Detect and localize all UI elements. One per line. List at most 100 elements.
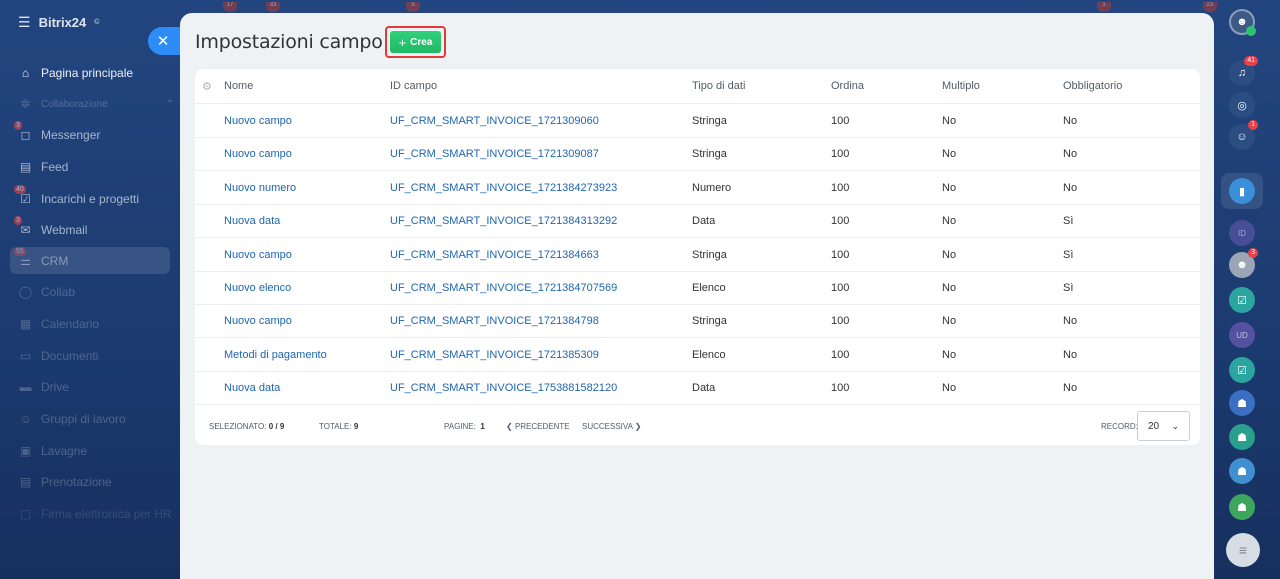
- cell-order: 100: [831, 315, 850, 328]
- close-slider-button[interactable]: ✕: [148, 27, 180, 55]
- notifications-button[interactable]: ♫ 41: [1229, 56, 1258, 86]
- left-sidebar: ☰ Bitrix24 © ⌂ Pagina principale ✲ Collab…: [0, 0, 180, 579]
- cell-id[interactable]: UF_CRM_SMART_INVOICE_1721309087: [390, 148, 599, 160]
- group-chat-button[interactable]: ☗: [1229, 458, 1255, 484]
- field-settings-panel: Impostazioni campo + Crea ⚙ Nome ID camp…: [180, 13, 1214, 579]
- sidebar-item-collaboration[interactable]: ✲ Collaborazione ⌃: [18, 93, 174, 115]
- table-row[interactable]: Nuovo elenco UF_CRM_SMART_INVOICE_1721384…: [195, 272, 1200, 305]
- cell-order: 100: [831, 382, 850, 395]
- chevron-right-icon: ❯: [634, 422, 642, 431]
- cell-multiple: No: [942, 315, 957, 328]
- records-per-page-select[interactable]: 20 ⌄: [1137, 411, 1190, 441]
- group-chat-button[interactable]: ☗: [1229, 424, 1255, 450]
- gear-icon[interactable]: ⚙: [202, 80, 212, 93]
- table-row[interactable]: Nuovo numero UF_CRM_SMART_INVOICE_1721384…: [195, 172, 1200, 205]
- cell-type: Data: [692, 215, 716, 228]
- sidebar-item-home[interactable]: ⌂ Pagina principale: [18, 62, 133, 84]
- column-header-multiple[interactable]: Multiplo: [942, 80, 980, 92]
- cell-type: Data: [692, 382, 716, 395]
- records-value: 20: [1148, 420, 1160, 432]
- cell-id[interactable]: UF_CRM_SMART_INVOICE_1721384313292: [390, 215, 617, 227]
- chat-button[interactable]: ☺ 1: [1229, 120, 1258, 150]
- table-row[interactable]: Nuovo campo UF_CRM_SMART_INVOICE_17213090…: [195, 138, 1200, 172]
- sidebar-item-boards[interactable]: ▣ Lavagne: [18, 440, 87, 462]
- sidebar-item-collab[interactable]: ◯ Collab: [18, 281, 75, 303]
- brand-name: Bitrix24: [38, 15, 87, 30]
- boards-icon: ▣: [19, 444, 32, 458]
- cell-id[interactable]: UF_CRM_SMART_INVOICE_1721384273923: [390, 182, 617, 194]
- menu-icon[interactable]: ☰: [18, 14, 31, 31]
- feed-icon: ▤: [19, 160, 32, 174]
- collab-icon: ✲: [20, 97, 31, 111]
- next-label: Successiva: [582, 422, 633, 431]
- counter-badge: 3: [14, 120, 22, 130]
- cell-name[interactable]: Nuovo campo: [224, 315, 292, 327]
- contact-initials: UD: [1236, 330, 1248, 340]
- table-row[interactable]: Metodi di pagamento UF_CRM_SMART_INVOICE_…: [195, 339, 1200, 372]
- sidebar-item-tasks[interactable]: ☑ 40 Incarichi e progetti: [14, 184, 140, 210]
- user-avatar[interactable]: ☻: [1229, 9, 1256, 36]
- sidebar-item-crm[interactable]: ⚌ 55 CRM: [14, 246, 68, 272]
- cell-name[interactable]: Nuovo campo: [224, 115, 292, 127]
- status-dot: [1246, 26, 1256, 36]
- contact-avatar[interactable]: ID: [1229, 220, 1255, 246]
- sidebar-item-label: Incarichi e progetti: [41, 192, 140, 206]
- table-row[interactable]: Nuovo campo UF_CRM_SMART_INVOICE_17213847…: [195, 305, 1200, 339]
- more-button[interactable]: ≡: [1226, 533, 1260, 567]
- avatar-badge: 3: [1248, 248, 1258, 258]
- table-row[interactable]: Nuovo campo UF_CRM_SMART_INVOICE_17213090…: [195, 105, 1200, 138]
- column-header-id[interactable]: ID campo: [390, 80, 437, 92]
- activity-button[interactable]: ◎: [1229, 92, 1255, 118]
- cell-name[interactable]: Nuovo campo: [224, 249, 292, 261]
- cell-required: No: [1063, 315, 1078, 328]
- brand[interactable]: ☰ Bitrix24 ©: [18, 14, 99, 31]
- cell-name[interactable]: Nuova data: [224, 382, 280, 394]
- tasks-shortcut[interactable]: ☑: [1229, 357, 1255, 383]
- cell-name[interactable]: Nuova data: [224, 215, 280, 227]
- sidebar-item-booking[interactable]: ▤ Prenotazione: [18, 471, 112, 493]
- contact-avatar[interactable]: ☻ 3: [1229, 248, 1258, 278]
- table-row[interactable]: Nuovo campo UF_CRM_SMART_INVOICE_17213846…: [195, 239, 1200, 272]
- cell-id[interactable]: UF_CRM_SMART_INVOICE_1721384798: [390, 315, 599, 327]
- sidebar-item-webmail[interactable]: ✉ 3 Webmail: [14, 215, 87, 241]
- cell-id[interactable]: UF_CRM_SMART_INVOICE_1721385309: [390, 349, 599, 361]
- counter-badge: 55: [14, 246, 26, 256]
- cell-multiple: No: [942, 148, 957, 161]
- cell-name[interactable]: Metodi di pagamento: [224, 349, 327, 361]
- create-button-label: Crea: [410, 36, 433, 48]
- sidebar-item-drive[interactable]: ▬ Drive: [18, 376, 70, 398]
- cell-id[interactable]: UF_CRM_SMART_INVOICE_1753881582120: [390, 382, 617, 394]
- cell-name[interactable]: Nuovo numero: [224, 182, 296, 194]
- sidebar-item-groups[interactable]: ☺ Gruppi di lavoro: [18, 408, 125, 430]
- table-row[interactable]: Nuova data UF_CRM_SMART_INVOICE_175388158…: [195, 372, 1200, 406]
- create-button[interactable]: + Crea: [390, 31, 441, 53]
- column-header-name[interactable]: Nome: [224, 80, 253, 92]
- column-header-required[interactable]: Obbligatorio: [1063, 80, 1122, 92]
- sidebar-item-messenger[interactable]: ◻ 3 Messenger: [14, 120, 100, 146]
- cell-name[interactable]: Nuovo elenco: [224, 282, 291, 294]
- sidebar-item-documents[interactable]: ▭ Documenti: [18, 345, 99, 367]
- tasks-shortcut[interactable]: ☑: [1229, 287, 1255, 313]
- mail-icon: ✉ 3: [14, 215, 31, 237]
- contact-avatar[interactable]: UD: [1229, 322, 1255, 348]
- cell-id[interactable]: UF_CRM_SMART_INVOICE_1721384707569: [390, 282, 617, 294]
- group-chat-button[interactable]: ☗: [1229, 390, 1255, 416]
- chat-icon: ◻ 3: [14, 120, 31, 142]
- bookmark-button[interactable]: ▮: [1229, 178, 1255, 204]
- collab-circle-icon: ◯: [18, 285, 33, 299]
- sidebar-item-feed[interactable]: ▤ Feed: [18, 156, 69, 178]
- cell-name[interactable]: Nuovo campo: [224, 148, 292, 160]
- sidebar-item-sign[interactable]: ▢ Firma elettronica per HR: [18, 503, 172, 525]
- cell-id[interactable]: UF_CRM_SMART_INVOICE_1721384663: [390, 249, 599, 261]
- column-header-order[interactable]: Ordina: [831, 80, 864, 92]
- prev-page-link[interactable]: ❮ Precedente: [506, 422, 570, 431]
- table-row[interactable]: Nuova data UF_CRM_SMART_INVOICE_172138431…: [195, 205, 1200, 239]
- cell-required: No: [1063, 382, 1078, 395]
- column-header-type[interactable]: Tipo di dati: [692, 80, 745, 92]
- group-chat-button[interactable]: ☗: [1229, 494, 1255, 520]
- sidebar-item-calendar[interactable]: ▦ Calendario: [18, 313, 99, 335]
- cell-id[interactable]: UF_CRM_SMART_INVOICE_1721309060: [390, 115, 599, 127]
- cell-order: 100: [831, 181, 850, 194]
- cell-required: No: [1063, 348, 1078, 361]
- next-page-link[interactable]: Successiva ❯: [582, 422, 641, 431]
